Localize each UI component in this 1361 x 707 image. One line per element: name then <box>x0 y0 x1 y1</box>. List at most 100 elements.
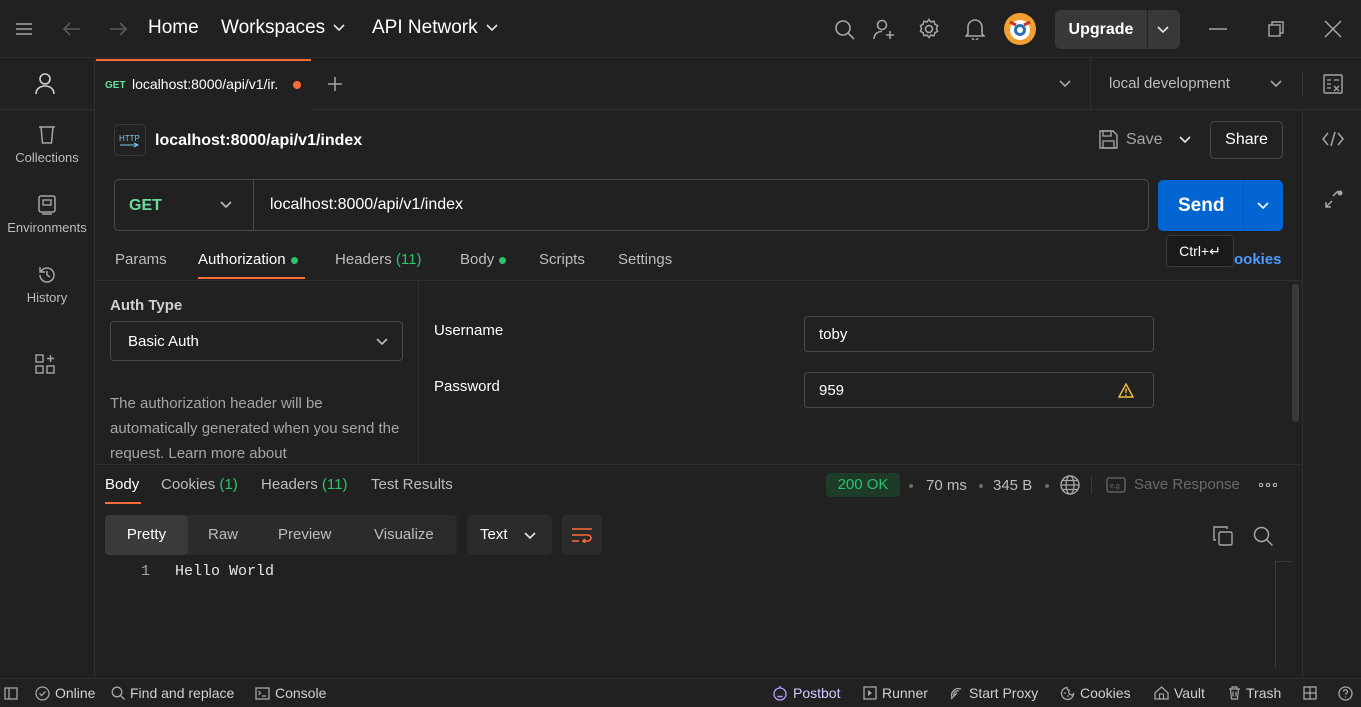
response-scrollbar-track[interactable] <box>1275 561 1293 668</box>
search-icon[interactable] <box>832 17 856 41</box>
tab-list-chevron-down-icon[interactable] <box>1054 73 1076 95</box>
forward-arrow-icon[interactable] <box>106 18 130 40</box>
response-size[interactable]: 345 B <box>993 477 1032 494</box>
workspaces-menu[interactable]: Workspaces <box>221 17 345 39</box>
find-replace-button[interactable]: Find and replace <box>111 685 234 701</box>
layout-split-icon[interactable] <box>1301 684 1319 702</box>
invite-user-icon[interactable] <box>872 17 896 41</box>
history-clock-icon <box>0 265 94 285</box>
code-snippet-icon[interactable] <box>1321 128 1345 150</box>
tab-label: Body <box>460 251 495 268</box>
avatar[interactable] <box>1004 13 1036 45</box>
response-time[interactable]: 70 ms <box>926 477 967 494</box>
tab-headers[interactable]: Headers (11) <box>335 251 421 268</box>
username-field[interactable]: toby <box>804 316 1154 352</box>
chevron-down-icon[interactable] <box>1157 26 1169 34</box>
search-icon <box>111 686 125 700</box>
view-pretty-button[interactable]: Pretty <box>105 515 188 555</box>
separator-dot <box>909 484 913 488</box>
notifications-bell-icon[interactable] <box>963 17 987 41</box>
request-name[interactable]: localhost:8000/api/v1/index <box>155 132 362 150</box>
cookies-link[interactable]: ookies <box>1234 251 1282 268</box>
globe-network-icon[interactable] <box>1059 474 1081 496</box>
save-options-chevron-down-icon[interactable] <box>1175 129 1195 151</box>
toggle-sidebar-icon[interactable] <box>2 684 20 702</box>
tab-body[interactable]: Body <box>460 251 507 268</box>
divider <box>1147 10 1148 49</box>
divider <box>1302 73 1303 95</box>
hamburger-menu-icon[interactable] <box>12 18 36 40</box>
tab-scripts[interactable]: Scripts <box>539 251 585 268</box>
method-badge: GET <box>105 80 126 91</box>
method-select[interactable]: GET <box>115 180 254 230</box>
format-select[interactable]: Text <box>467 515 552 555</box>
view-visualize-button[interactable]: Visualize <box>374 526 434 543</box>
cookies-button[interactable]: Cookies <box>1060 685 1131 701</box>
url-bar: GET localhost:8000/api/v1/index <box>114 179 1149 231</box>
response-tab-test-results[interactable]: Test Results <box>371 476 453 493</box>
auth-scrollbar[interactable] <box>1292 284 1299 422</box>
auth-type-select[interactable]: Basic Auth <box>110 321 403 361</box>
add-tab-icon[interactable] <box>324 73 346 95</box>
online-status[interactable]: Online <box>35 685 95 701</box>
search-response-icon[interactable] <box>1251 524 1275 548</box>
save-button[interactable]: Save <box>1096 126 1166 154</box>
user-profile-icon[interactable] <box>32 71 58 97</box>
copy-icon[interactable] <box>1211 524 1235 548</box>
share-button[interactable]: Share <box>1210 121 1283 159</box>
wrap-lines-button[interactable] <box>562 515 602 555</box>
upgrade-button[interactable]: Upgrade <box>1055 10 1180 49</box>
environment-selector[interactable]: local development <box>1098 71 1288 97</box>
status-dot-icon <box>290 256 298 264</box>
sidebar-item-collections[interactable]: Collections <box>0 125 94 165</box>
sidebar-item-history[interactable]: History <box>0 265 94 305</box>
tab-params[interactable]: Params <box>115 251 167 268</box>
more-options-icon[interactable] <box>1256 474 1280 496</box>
vault-label: Vault <box>1174 685 1205 701</box>
response-body-line[interactable]: Hello World <box>175 563 274 580</box>
view-raw-button[interactable]: Raw <box>208 526 238 543</box>
password-value: 959 <box>819 382 845 399</box>
send-options-chevron-down-icon[interactable] <box>1257 202 1269 210</box>
postbot-icon <box>773 685 787 701</box>
sidebar-item-environments[interactable]: Environments <box>0 195 94 235</box>
response-tab-headers[interactable]: Headers (11) <box>261 476 347 493</box>
trash-button[interactable]: Trash <box>1228 685 1281 701</box>
start-proxy-button[interactable]: Start Proxy <box>949 685 1038 701</box>
minimize-window-icon[interactable] <box>1205 17 1231 41</box>
close-window-icon[interactable] <box>1320 17 1346 41</box>
warning-icon[interactable] <box>1118 383 1134 398</box>
add-workbench-icon[interactable] <box>32 351 58 377</box>
username-label: Username <box>434 322 504 339</box>
related-collections-icon[interactable] <box>1321 186 1347 212</box>
tab-authorization[interactable]: Authorization <box>198 251 298 268</box>
postbot-button[interactable]: Postbot <box>772 685 840 701</box>
response-tab-body[interactable]: Body <box>105 476 139 493</box>
url-input[interactable]: localhost:8000/api/v1/index <box>270 196 463 214</box>
send-button[interactable]: Send <box>1158 180 1283 231</box>
home-link[interactable]: Home <box>148 17 199 39</box>
password-field[interactable]: 959 <box>804 372 1154 408</box>
api-network-menu[interactable]: API Network <box>372 17 498 39</box>
runner-button[interactable]: Runner <box>863 685 928 701</box>
save-response-button[interactable]: e.g Save Response <box>1106 474 1246 496</box>
sidebar-item-label: History <box>26 290 68 305</box>
tab-title: localhost:8000/api/v1/ir. <box>132 76 279 92</box>
upgrade-label: Upgrade <box>1068 21 1134 38</box>
console-button[interactable]: Console <box>255 685 326 701</box>
response-tab-cookies[interactable]: Cookies (1) <box>161 476 238 493</box>
status-badge[interactable]: 200 OK <box>826 473 900 497</box>
view-preview-button[interactable]: Preview <box>278 526 331 543</box>
settings-gear-icon[interactable] <box>917 17 941 41</box>
back-arrow-icon[interactable] <box>60 18 84 40</box>
view-label: Pretty <box>126 526 167 543</box>
restore-window-icon[interactable] <box>1263 17 1289 41</box>
request-tab[interactable]: GET localhost:8000/api/v1/ir. <box>96 59 311 110</box>
divider <box>418 281 419 464</box>
save-label: Save <box>1126 131 1163 148</box>
cookies-label: Cookies <box>1080 685 1131 701</box>
environment-quick-look-icon[interactable] <box>1321 73 1345 95</box>
tab-settings[interactable]: Settings <box>618 251 672 268</box>
help-icon[interactable] <box>1336 684 1354 702</box>
vault-button[interactable]: Vault <box>1154 685 1205 701</box>
